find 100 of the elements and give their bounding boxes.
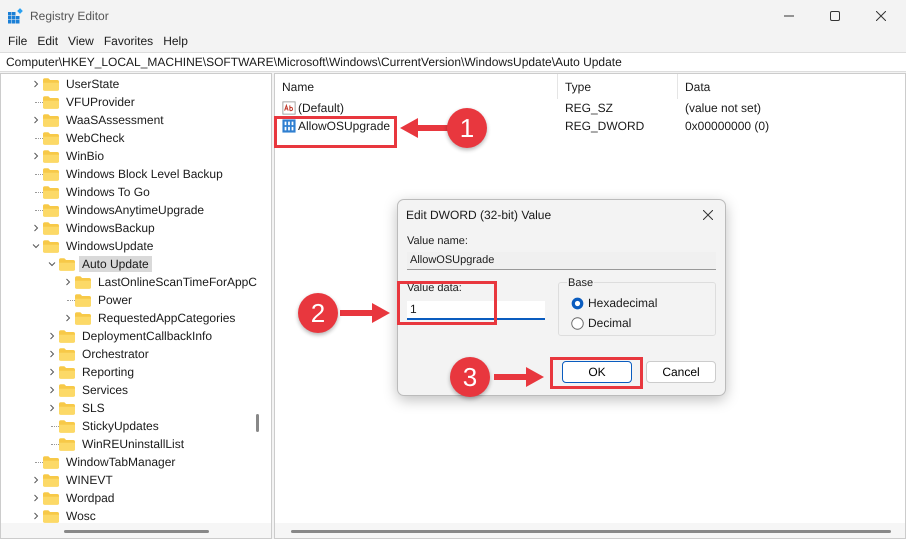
chevron-right-icon[interactable] — [32, 224, 40, 232]
tree-item[interactable]: WebCheck — [63, 130, 128, 146]
folder-icon — [43, 186, 59, 198]
chevron-down-icon[interactable] — [32, 242, 40, 250]
tree-item[interactable]: Reporting — [79, 364, 138, 380]
column-header[interactable]: Type — [558, 74, 678, 99]
folder-icon — [43, 132, 59, 144]
tree-item[interactable]: WindowsAnytimeUpgrade — [63, 202, 208, 218]
tree-item[interactable]: WaaSAssessment — [63, 112, 167, 128]
folder-icon — [43, 168, 59, 180]
folder-icon — [43, 204, 59, 216]
table-cell-text: (value not set) — [684, 101, 762, 115]
folder-icon — [43, 150, 59, 162]
chevron-right-icon[interactable] — [64, 278, 72, 286]
folder-icon — [43, 240, 59, 252]
menu-item[interactable]: Favorites — [98, 34, 158, 48]
value-name-field[interactable]: AllowOSUpgrade — [407, 252, 716, 270]
radio-label: Decimal — [588, 316, 632, 330]
binary-value-icon — [282, 119, 296, 133]
folder-icon — [43, 456, 59, 468]
chevron-right-icon[interactable] — [64, 314, 72, 322]
tree-item[interactable]: WinBio — [63, 148, 108, 164]
tree-item[interactable]: WINEVT — [63, 472, 116, 488]
chevron-right-icon[interactable] — [48, 386, 56, 394]
menu-item[interactable]: Edit — [32, 34, 64, 48]
tree-item[interactable]: WinREUninstallList — [79, 436, 188, 452]
string-value-icon — [282, 101, 296, 115]
folder-icon — [75, 276, 91, 288]
tree-item[interactable]: LastOnlineScanTimeForAppC — [95, 274, 260, 290]
chevron-right-icon[interactable] — [32, 152, 40, 160]
value-data-field[interactable]: 1 — [407, 301, 545, 320]
folder-icon — [75, 294, 91, 306]
tree-item[interactable]: VFUProvider — [63, 94, 138, 110]
tree-item[interactable]: StickyUpdates — [79, 418, 162, 434]
radio-button[interactable] — [571, 296, 584, 310]
folder-icon — [59, 438, 75, 450]
tree-item[interactable]: Auto Update — [79, 256, 152, 272]
value-name[interactable]: AllowOSUpgrade — [298, 119, 390, 133]
tree-item[interactable]: WindowsBackup — [63, 220, 158, 236]
chevron-down-icon[interactable] — [48, 260, 56, 268]
table-cell-text: REG_SZ — [564, 100, 614, 117]
tree-item[interactable]: Wordpad — [63, 490, 118, 506]
folder-icon — [59, 420, 75, 432]
folder-icon — [43, 492, 59, 504]
window-title: Registry Editor — [30, 9, 109, 23]
dialog-title: Edit DWORD (32-bit) Value — [406, 208, 552, 222]
field-label: Value data: — [407, 282, 463, 296]
menu-item[interactable]: Help — [158, 34, 193, 48]
scrollbar-thumb[interactable] — [291, 530, 891, 533]
close-icon — [703, 210, 713, 220]
close-icon[interactable] — [876, 11, 886, 21]
cancel-button[interactable]: Cancel — [646, 361, 716, 383]
tree-item[interactable]: WindowsUpdate — [63, 238, 156, 254]
tree-item[interactable]: RequestedAppCategories — [95, 310, 238, 326]
folder-icon — [43, 78, 59, 90]
tree-item[interactable]: SLS — [79, 400, 108, 416]
chevron-right-icon[interactable] — [32, 476, 40, 484]
chevron-right-icon[interactable] — [32, 494, 40, 502]
tree-item[interactable]: Windows Block Level Backup — [63, 166, 226, 182]
tree-item[interactable]: Orchestrator — [79, 346, 152, 362]
value-name[interactable]: (Default) — [298, 101, 344, 115]
tree-item[interactable]: Windows To Go — [63, 184, 153, 200]
folder-icon — [75, 312, 91, 324]
chevron-right-icon[interactable] — [48, 350, 56, 358]
field-label: Value name: — [407, 235, 469, 249]
folder-icon — [59, 348, 75, 360]
chevron-right-icon[interactable] — [32, 80, 40, 88]
scrollbar-thumb[interactable] — [256, 414, 259, 432]
tree-item[interactable]: Wosc — [63, 508, 99, 523]
ok-button[interactable]: OK — [562, 361, 632, 383]
folder-icon — [43, 510, 59, 522]
tree-item[interactable]: DeploymentCallbackInfo — [79, 328, 216, 344]
menu-item[interactable]: View — [63, 34, 99, 48]
chevron-right-icon[interactable] — [48, 368, 56, 376]
folder-icon — [59, 258, 75, 270]
address-bar[interactable]: Computer\HKEY_LOCAL_MACHINE\SOFTWARE\Microsoft\Windows\CurrentVersion\WindowsUpdate\Auto Update — [0, 52, 906, 72]
table-cell-text: REG_DWORD — [564, 118, 646, 135]
folder-icon — [43, 474, 59, 486]
tree-item[interactable]: Services — [79, 382, 132, 398]
chevron-right-icon[interactable] — [32, 116, 40, 124]
arrow — [340, 301, 390, 325]
scrollbar-thumb[interactable] — [64, 530, 209, 533]
folder-icon — [59, 330, 75, 342]
arrow — [400, 116, 450, 140]
radio-button[interactable] — [571, 316, 584, 330]
registry-icon — [8, 8, 24, 24]
folder-icon — [43, 114, 59, 126]
tree-item[interactable]: UserState — [63, 76, 122, 92]
menu-item[interactable]: File — [3, 34, 32, 48]
chevron-right-icon[interactable] — [32, 512, 40, 520]
table-cell-text: 0x00000000 (0) — [684, 119, 770, 133]
tree-item[interactable]: Power — [95, 292, 136, 308]
folder-icon — [59, 402, 75, 414]
column-header[interactable]: Data — [678, 80, 710, 94]
column-header[interactable]: Name — [275, 74, 558, 99]
chevron-right-icon[interactable] — [48, 332, 56, 340]
folder-icon — [43, 96, 59, 108]
maximize-icon[interactable] — [830, 11, 840, 21]
chevron-right-icon[interactable] — [48, 404, 56, 412]
tree-item[interactable]: WindowTabManager — [63, 454, 178, 470]
